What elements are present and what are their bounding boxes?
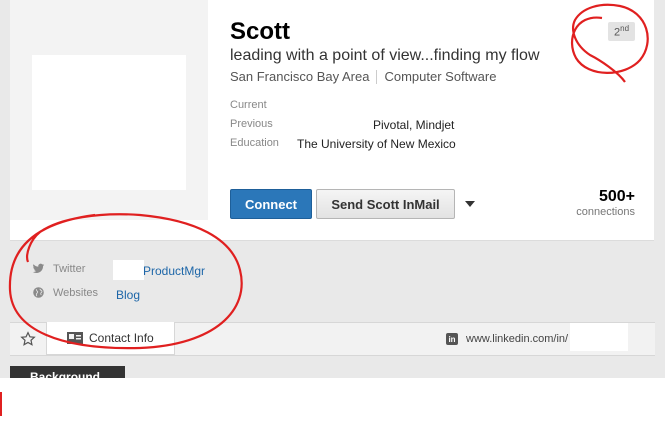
contact-bar: Contact Info in www.linkedin.com/in/ — [10, 322, 655, 356]
redacted-handle — [113, 260, 144, 280]
previous-value[interactable]: Pivotal, Mindjet — [373, 118, 454, 132]
connection-degree-badge: 2nd — [608, 22, 636, 41]
page-gutter — [655, 0, 665, 378]
contact-info-tab[interactable]: Contact Info — [46, 322, 175, 355]
meta-divider — [376, 69, 378, 84]
profile-url-text: www.linkedin.com/in/ — [466, 333, 569, 345]
redacted-url — [570, 323, 628, 351]
previous-label: Previous — [230, 118, 273, 130]
education-label: Education — [230, 137, 279, 149]
contact-card-icon — [67, 332, 83, 344]
contact-info-label: Contact Info — [89, 331, 154, 345]
annotation-mark — [0, 392, 2, 416]
profile-photo[interactable] — [32, 55, 186, 190]
profile-photo-area — [10, 0, 208, 220]
profile-meta: San Francisco Bay Area Computer Software — [230, 69, 496, 84]
twitter-label: Twitter — [53, 262, 86, 275]
profile-industry[interactable]: Computer Software — [384, 69, 496, 84]
follow-star-button[interactable] — [10, 323, 47, 355]
current-label: Current — [230, 99, 267, 111]
twitter-link[interactable]: ProductMgr — [143, 264, 205, 278]
twitter-row: Twitter — [32, 262, 85, 275]
profile-headline: leading with a point of view...finding m… — [230, 47, 540, 64]
websites-link[interactable]: Blog — [116, 288, 140, 302]
linkedin-icon: in — [446, 333, 458, 345]
profile-location[interactable]: San Francisco Bay Area — [230, 69, 369, 84]
websites-label: Websites — [53, 286, 99, 299]
page-bottom — [0, 378, 665, 422]
star-icon — [20, 331, 36, 346]
globe-icon — [33, 287, 44, 298]
profile-name: Scott — [230, 18, 290, 45]
more-actions-caret-icon[interactable] — [465, 201, 475, 207]
send-inmail-button[interactable]: Send Scott InMail — [316, 189, 455, 219]
twitter-icon — [32, 263, 45, 274]
websites-row: Websites — [32, 286, 98, 299]
profile-card: Scott leading with a point of view...fin… — [10, 0, 654, 241]
education-value[interactable]: The University of New Mexico — [297, 137, 456, 151]
connections-count: 500+ — [598, 188, 635, 205]
degree-suffix: nd — [620, 24, 630, 33]
connect-button[interactable]: Connect — [230, 189, 312, 219]
public-profile-url[interactable]: in www.linkedin.com/in/ — [446, 323, 568, 355]
connections-label: connections — [576, 206, 635, 218]
